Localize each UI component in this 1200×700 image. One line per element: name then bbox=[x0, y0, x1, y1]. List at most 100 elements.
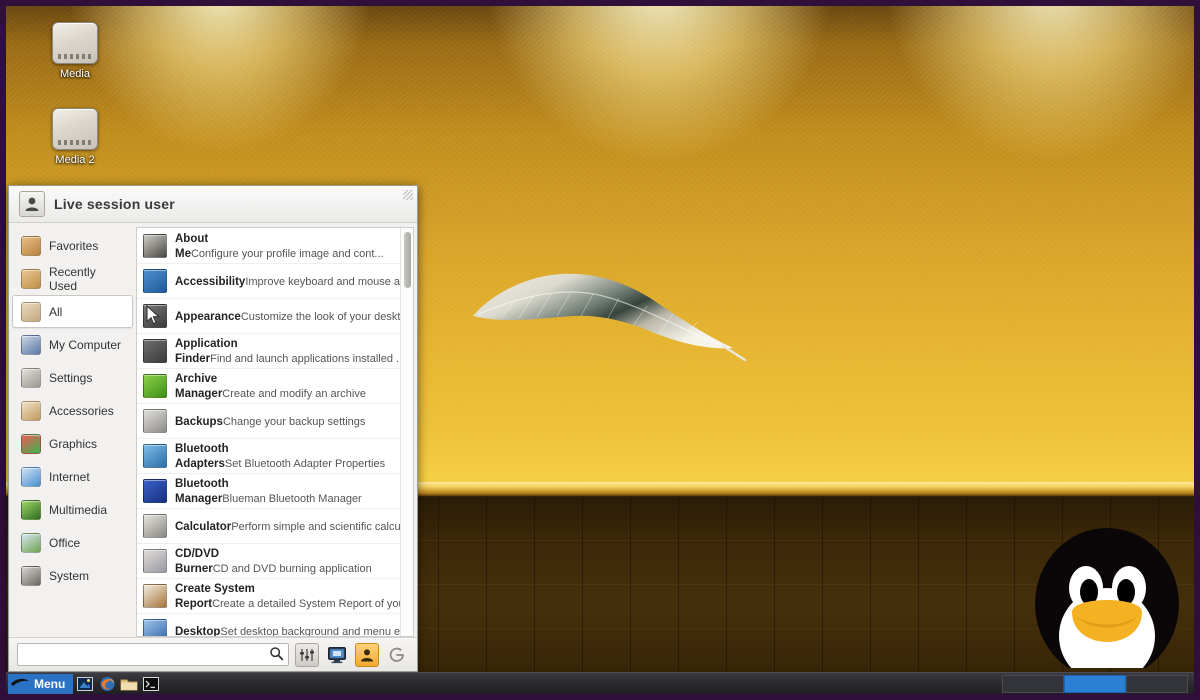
taskbar-menu-button[interactable]: Menu bbox=[8, 673, 74, 694]
application-menu-panel[interactable]: Live session user Favorites Recently Used… bbox=[8, 185, 418, 672]
application-name: Archive Manager bbox=[175, 373, 223, 400]
application-name: Desktop bbox=[175, 625, 221, 637]
application-item[interactable]: DesktopSet desktop background and menu e… bbox=[137, 614, 400, 636]
application-description: Find and launch applications installed .… bbox=[210, 353, 400, 365]
category-item-my-computer[interactable]: My Computer bbox=[12, 328, 133, 361]
xfce-mouse-icon bbox=[10, 675, 30, 692]
workspace-switcher[interactable] bbox=[1002, 674, 1188, 693]
category-item-office[interactable]: Office bbox=[12, 526, 133, 559]
scrollbar-thumb[interactable] bbox=[404, 232, 411, 288]
system-report-icon bbox=[143, 584, 167, 608]
application-item[interactable]: AppearanceCustomize the look of your des… bbox=[137, 299, 400, 334]
about-me-icon bbox=[143, 234, 167, 258]
menu-header: Live session user bbox=[9, 186, 417, 223]
category-item-label: Favorites bbox=[49, 238, 99, 253]
search-field[interactable] bbox=[17, 643, 289, 666]
firefox-icon[interactable] bbox=[97, 675, 117, 693]
taskbar-menu-label: Menu bbox=[34, 676, 66, 691]
application-description: Set desktop background and menu en... bbox=[220, 625, 400, 637]
recent-icon bbox=[21, 268, 41, 289]
application-item[interactable]: Bluetooth ManagerBlueman Bluetooth Manag… bbox=[137, 474, 400, 509]
workspace-button[interactable] bbox=[1064, 674, 1126, 693]
category-item-label: Recently Used bbox=[49, 264, 96, 293]
cd-dvd-burner-icon bbox=[143, 549, 167, 573]
menu-footer bbox=[9, 637, 417, 671]
category-item-favorites[interactable]: Favorites bbox=[12, 229, 133, 262]
application-item[interactable]: Bluetooth AdaptersSet Bluetooth Adapter … bbox=[137, 439, 400, 474]
application-description: Set Bluetooth Adapter Properties bbox=[224, 458, 386, 470]
lock-screen-button[interactable] bbox=[355, 642, 379, 667]
office-icon bbox=[21, 532, 41, 553]
accessories-icon bbox=[21, 400, 41, 421]
resize-grip[interactable] bbox=[403, 190, 413, 200]
terminal-icon[interactable] bbox=[141, 675, 161, 693]
settings-icon bbox=[21, 367, 41, 388]
log-out-button[interactable] bbox=[385, 643, 409, 667]
favorites-icon bbox=[21, 235, 41, 256]
tux-penguin-icon bbox=[1035, 528, 1179, 668]
category-item-label: Settings bbox=[49, 370, 93, 385]
application-item[interactable]: About MeConfigure your profile image and… bbox=[137, 229, 400, 264]
application-item[interactable]: Application FinderFind and launch applic… bbox=[137, 334, 400, 369]
application-list[interactable]: About MeConfigure your profile image and… bbox=[137, 228, 400, 636]
category-item-internet[interactable]: Internet bbox=[12, 460, 133, 493]
drive-harddisk-icon bbox=[52, 22, 98, 64]
application-item[interactable]: CD/DVD BurnerCD and DVD burning applicat… bbox=[137, 544, 400, 579]
category-item-accessories[interactable]: Accessories bbox=[12, 394, 133, 427]
all-applications-icon bbox=[21, 301, 41, 322]
application-list-scrollbar[interactable] bbox=[400, 228, 413, 636]
desktop-icon-label: Media 2 bbox=[55, 154, 95, 166]
application-description: Create a detailed System Report of you..… bbox=[212, 598, 400, 610]
system-icon bbox=[21, 565, 41, 586]
archive-manager-icon bbox=[143, 374, 167, 398]
desktop-icon-media-2[interactable]: Media 2 bbox=[32, 108, 118, 167]
calculator-icon bbox=[143, 514, 167, 538]
category-item-label: My Computer bbox=[49, 337, 122, 352]
workspace-button[interactable] bbox=[1126, 674, 1188, 693]
application-description: Create and modify an archive bbox=[222, 388, 366, 400]
application-description: Perform simple and scientific calculatio… bbox=[231, 520, 400, 533]
desktop-icon-media[interactable]: Media bbox=[32, 22, 118, 81]
bluetooth-adapters-icon bbox=[143, 444, 167, 468]
show-desktop-icon[interactable] bbox=[75, 675, 95, 693]
category-item-label: Office bbox=[49, 535, 81, 550]
application-item[interactable]: Archive ManagerCreate and modify an arch… bbox=[137, 369, 400, 404]
application-name: Backups bbox=[175, 415, 223, 428]
graphics-icon bbox=[21, 433, 41, 454]
desktop-icon bbox=[143, 619, 167, 636]
category-list[interactable]: Favorites Recently Used All My Computer Sett… bbox=[9, 223, 136, 637]
search-icon[interactable] bbox=[269, 646, 284, 664]
category-item-graphics[interactable]: Graphics bbox=[12, 427, 133, 460]
my-computer-button[interactable] bbox=[325, 643, 349, 667]
settings-manager-button[interactable] bbox=[295, 642, 319, 667]
computer-icon bbox=[21, 334, 41, 355]
application-description: Customize the look of your desktop bbox=[240, 310, 400, 323]
category-item-multimedia[interactable]: Multimedia bbox=[12, 493, 133, 526]
category-item-label: Multimedia bbox=[49, 502, 108, 517]
search-input[interactable] bbox=[24, 647, 269, 662]
application-list-container[interactable]: About MeConfigure your profile image and… bbox=[136, 227, 414, 637]
category-item-all[interactable]: All bbox=[12, 295, 133, 328]
category-item-label: Accessories bbox=[49, 403, 114, 418]
category-item-settings[interactable]: Settings bbox=[12, 361, 133, 394]
user-avatar-icon[interactable] bbox=[19, 191, 45, 217]
application-item[interactable]: AccessibilityImprove keyboard and mouse … bbox=[137, 264, 400, 299]
desktop-icon-label: Media bbox=[60, 68, 90, 80]
application-description: CD and DVD burning application bbox=[212, 563, 372, 575]
feather-graphic bbox=[473, 273, 747, 362]
application-item[interactable]: BackupsChange your backup settings bbox=[137, 404, 400, 439]
application-name: Calculator bbox=[175, 520, 232, 533]
multimedia-icon bbox=[21, 499, 41, 520]
menu-body: Favorites Recently Used All My Computer Sett… bbox=[9, 223, 417, 637]
category-item-system[interactable]: System bbox=[12, 559, 133, 592]
category-item-recently-used[interactable]: Recently Used bbox=[12, 262, 133, 295]
application-item[interactable]: CalculatorPerform simple and scientific … bbox=[137, 509, 400, 544]
taskbar[interactable]: Menu bbox=[6, 672, 1194, 694]
file-manager-icon[interactable] bbox=[119, 675, 139, 693]
application-name: Accessibility bbox=[175, 275, 246, 288]
workspace-button[interactable] bbox=[1002, 674, 1064, 693]
application-description: Improve keyboard and mouse accessi... bbox=[245, 275, 400, 288]
application-item[interactable]: Create System ReportCreate a detailed Sy… bbox=[137, 579, 400, 614]
category-item-label: Internet bbox=[49, 469, 90, 484]
application-finder-icon bbox=[143, 339, 167, 363]
